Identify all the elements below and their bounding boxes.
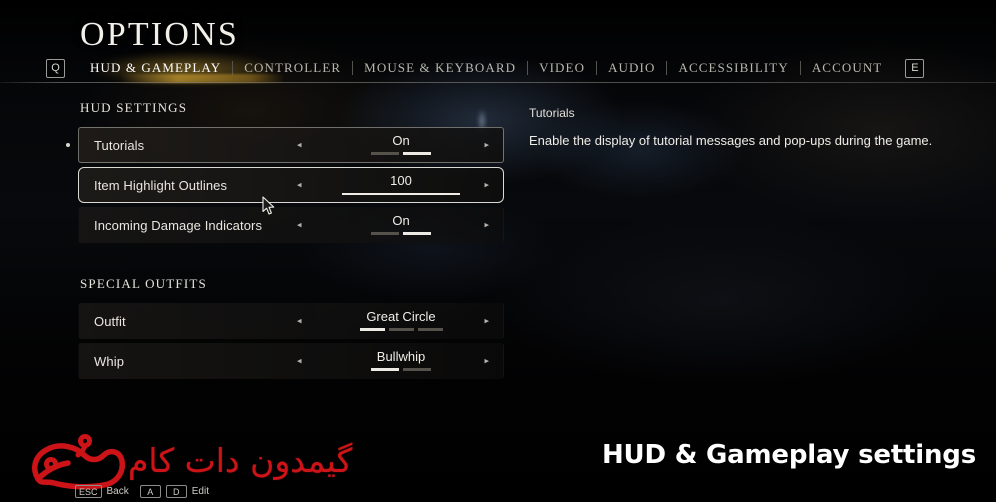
setting-label: Outfit <box>94 313 126 329</box>
segment-indicator <box>371 152 431 155</box>
increase-arrow-icon[interactable]: ▸ <box>484 316 489 326</box>
next-tab-key-badge[interactable]: E <box>905 58 925 78</box>
setting-value-group: 100 <box>317 172 485 195</box>
tab-account[interactable]: ACCOUNT <box>801 60 894 76</box>
setting-row[interactable]: Whip ◂ Bullwhip ▸ <box>78 343 504 379</box>
tab-audio[interactable]: AUDIO <box>597 60 666 76</box>
decrease-arrow-icon[interactable]: ◂ <box>297 356 302 366</box>
section-label: HUD SETTINGS <box>80 100 188 115</box>
increase-arrow-icon[interactable]: ▸ <box>484 180 489 190</box>
tab-video[interactable]: VIDEO <box>528 60 596 76</box>
prev-tab-key-badge[interactable]: Q <box>46 58 65 78</box>
setting-label: Incoming Damage Indicators <box>94 217 263 233</box>
esc-key-badge[interactable]: ESC <box>75 485 102 498</box>
a-key-badge[interactable]: A <box>139 485 161 498</box>
segment-tick <box>371 232 399 235</box>
setting-value: 100 <box>390 173 412 188</box>
segment-tick <box>388 328 414 331</box>
watermark-text: گیمدون دات کام <box>128 440 353 480</box>
increase-arrow-icon[interactable]: ▸ <box>484 140 489 150</box>
setting-value: Great Circle <box>366 309 436 324</box>
setting-value: On <box>392 133 410 148</box>
settings-column: HUD SETTINGS Tutorials ◂ On ▸ Item Highlight … <box>66 100 504 383</box>
tab-accessibility[interactable]: ACCESSIBILITY <box>667 60 799 76</box>
description-body: Enable the display of tutorial messages … <box>529 133 933 148</box>
setting-row[interactable]: Outfit ◂ Great Circle ▸ <box>78 303 504 339</box>
slider-fill <box>342 193 460 195</box>
navbar-divider <box>0 82 996 83</box>
page-title: OPTIONS <box>80 16 239 53</box>
tab-mouse-keyboard[interactable]: MOUSE & KEYBOARD <box>353 60 527 76</box>
setting-value-group: On <box>317 132 485 155</box>
segment-indicator <box>371 232 431 235</box>
watermark-logo-icon <box>31 434 126 490</box>
setting-value-group: On <box>317 212 485 235</box>
segment-tick <box>359 328 385 331</box>
esc-prompt-label: Back <box>106 486 129 497</box>
setting-label: Item Highlight Outlines <box>94 177 228 193</box>
description-title: Tutorials <box>529 106 575 120</box>
slider-track[interactable] <box>342 193 460 195</box>
setting-value-group: Bullwhip <box>317 348 485 371</box>
decrease-arrow-icon[interactable]: ◂ <box>297 180 302 190</box>
setting-label: Tutorials <box>94 137 145 153</box>
segment-indicator <box>371 368 431 371</box>
decrease-arrow-icon[interactable]: ◂ <box>297 140 302 150</box>
selection-bullet-icon <box>66 143 70 147</box>
increase-arrow-icon[interactable]: ▸ <box>484 220 489 230</box>
segment-indicator <box>359 328 443 331</box>
decrease-arrow-icon[interactable]: ◂ <box>297 316 302 326</box>
setting-row[interactable]: Tutorials ◂ On ▸ <box>66 127 504 163</box>
setting-value-group: Great Circle <box>317 308 485 331</box>
segment-tick <box>417 328 443 331</box>
section-label: SPECIAL OUTFITS <box>80 276 207 291</box>
segment-tick <box>403 368 431 371</box>
setting-value: Bullwhip <box>376 349 426 364</box>
setting-value: On <box>392 213 410 228</box>
segment-tick <box>371 368 399 371</box>
increase-arrow-icon[interactable]: ▸ <box>484 356 489 366</box>
d-key-badge[interactable]: D <box>165 485 187 498</box>
input-prompt-bar: ESC Back A D Edit <box>75 485 215 498</box>
setting-row[interactable]: Item Highlight Outlines ◂ 100 ▸ <box>78 167 504 203</box>
video-caption: HUD & Gameplay settings <box>602 440 976 470</box>
segment-tick <box>403 152 431 155</box>
setting-label: Whip <box>94 353 125 369</box>
segment-tick <box>403 232 431 235</box>
decrease-arrow-icon[interactable]: ◂ <box>297 220 302 230</box>
edit-prompt-label: Edit <box>191 486 209 497</box>
segment-tick <box>371 152 399 155</box>
setting-row[interactable]: Incoming Damage Indicators ◂ On ▸ <box>78 207 504 243</box>
description-panel: Tutorials Enable the display of tutorial… <box>529 106 959 149</box>
game-options-screen: OPTIONS Q HUD & GAMEPLAY CONTROLLER MOUSE … <box>0 0 996 502</box>
